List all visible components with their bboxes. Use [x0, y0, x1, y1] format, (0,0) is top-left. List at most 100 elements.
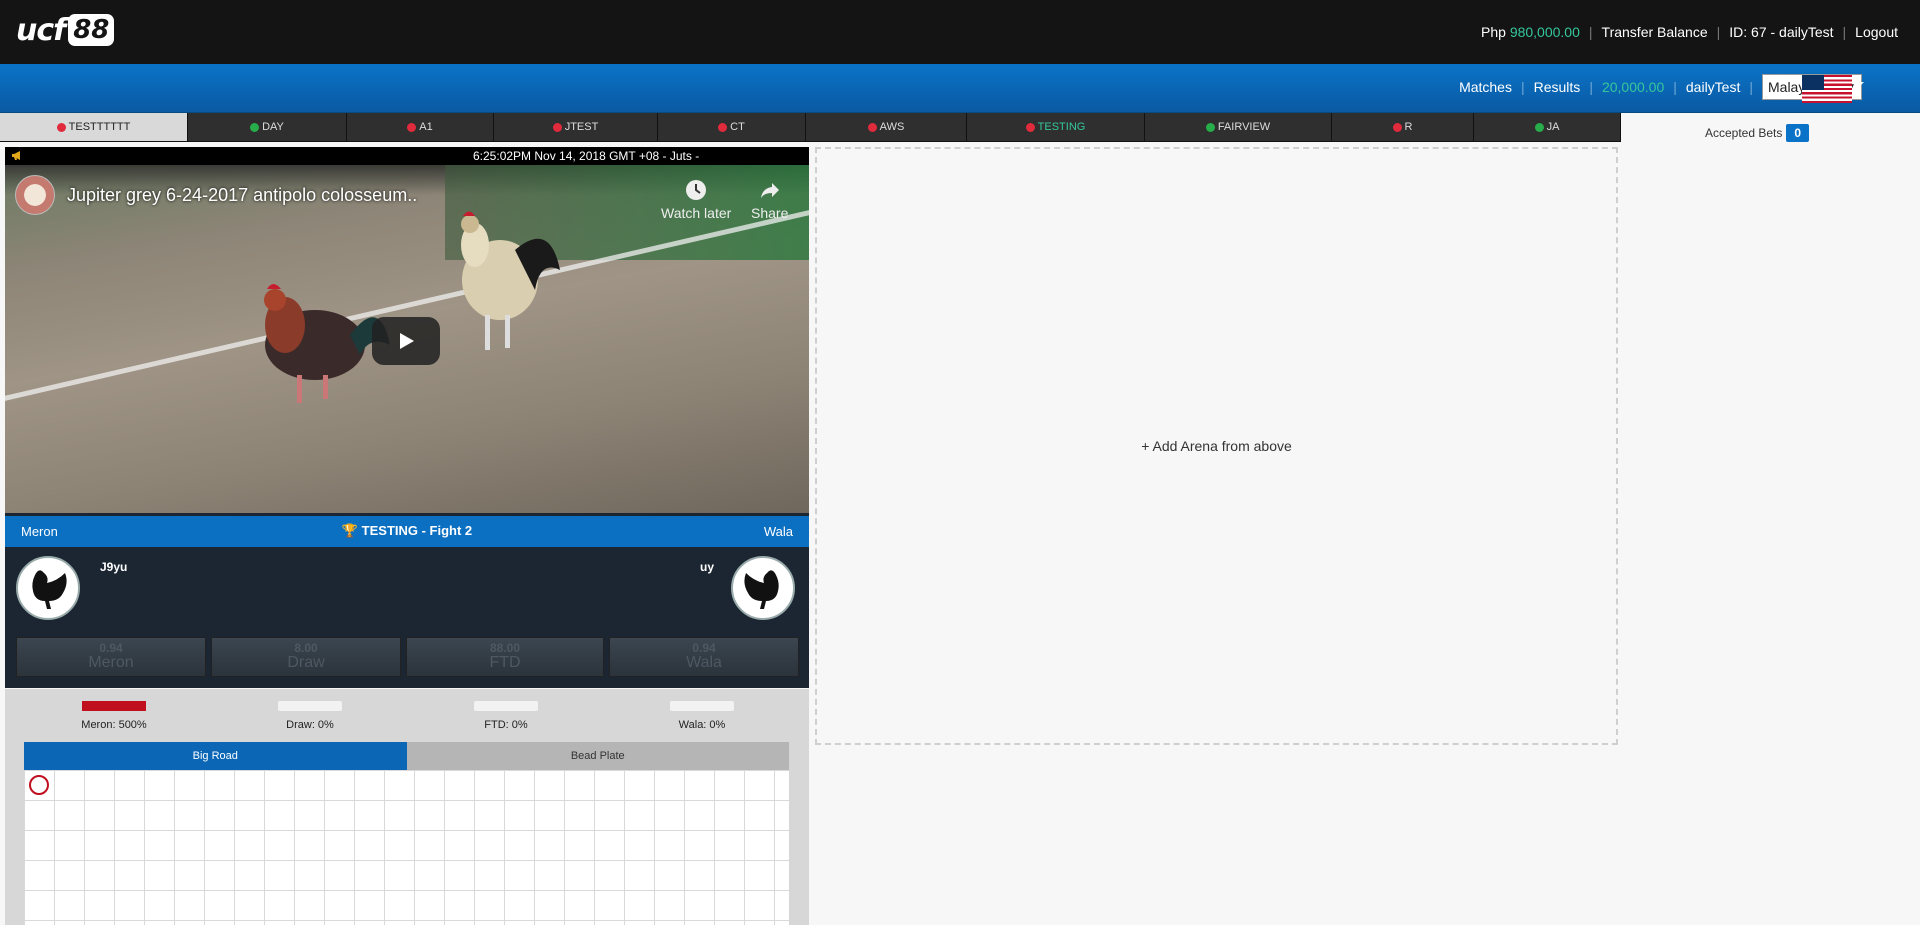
- arena-tabs: TESTTTTTT DAY A1 JTEST CT AWS TESTING FA…: [0, 113, 1621, 142]
- status-dot-icon: [56, 122, 66, 132]
- status-dot-icon: [1205, 122, 1215, 132]
- arena-tab-label: A1: [419, 121, 433, 133]
- odd-name: Wala: [686, 654, 722, 671]
- meron-stat-label: Meron: 500%: [81, 719, 147, 731]
- tab-big-road[interactable]: Big Road: [24, 742, 407, 770]
- meron-stat: Meron: 500%: [59, 701, 169, 731]
- bet-ftd-button[interactable]: 88.00 FTD: [406, 637, 604, 677]
- player-header: 6:25:02PM Nov 14, 2018 GMT +08 - Juts -: [5, 147, 809, 165]
- us-flag-icon[interactable]: [1802, 75, 1852, 103]
- wala-side-label: Wala: [763, 524, 793, 539]
- megaphone-icon[interactable]: [11, 150, 23, 161]
- arena-tab[interactable]: JTEST: [494, 113, 658, 142]
- arena-tab[interactable]: CT: [658, 113, 806, 142]
- arena-panel: 6:25:02PM Nov 14, 2018 GMT +08 - Juts - …: [5, 147, 809, 688]
- odd-value: 0.94: [692, 641, 716, 655]
- wala-stat: Wala: 0%: [647, 701, 757, 731]
- arena-tab-label: JA: [1546, 121, 1560, 133]
- arena-tab[interactable]: TESTTTTTT: [0, 113, 188, 142]
- video-title[interactable]: Jupiter grey 6-24-2017 antipolo colosseu…: [67, 185, 417, 206]
- accepted-bets-count: 0: [1786, 124, 1810, 142]
- trophy-icon: 🏆: [341, 523, 359, 538]
- channel-avatar[interactable]: [15, 175, 55, 215]
- arena-tab-label: DAY: [262, 121, 284, 133]
- status-dot-icon: [1534, 122, 1544, 132]
- meron-result-marker: [29, 775, 49, 795]
- arena-tab[interactable]: R: [1332, 113, 1474, 142]
- arena-tab[interactable]: FAIRVIEW: [1145, 113, 1332, 142]
- rooster-icon: [744, 570, 779, 609]
- status-dot-icon: [250, 122, 260, 132]
- bet-meron-button[interactable]: 0.94 Meron: [16, 637, 206, 677]
- share-icon: [760, 183, 779, 198]
- wala-stat-label: Wala: 0%: [678, 719, 726, 731]
- draw-stat-label: Draw: 0%: [286, 719, 334, 731]
- match-title: 🏆 TESTING - Fight 2: [5, 523, 809, 539]
- currency-label: Php: [1481, 24, 1506, 40]
- sub-nav-bar: Matches | Results | 20,000.00 | dailyTes…: [0, 64, 1920, 113]
- bet-wala-button[interactable]: 0.94 Wala: [609, 637, 799, 677]
- meron-stat-bar: [82, 701, 146, 711]
- accepted-bets[interactable]: Accepted Bets 0: [1705, 124, 1810, 142]
- arena-tab-label: AWS: [879, 121, 905, 133]
- logo-text: ucf: [16, 12, 66, 48]
- bet-stats-panel: Meron: 500% Draw: 0% FTD: 0% Wala: 0% Bi…: [5, 689, 809, 925]
- arena-tab-label: CT: [730, 121, 745, 133]
- status-dot-icon: [718, 122, 728, 132]
- username: dailyTest: [1685, 79, 1741, 95]
- wala-rooster-avatar: [731, 556, 795, 620]
- account-id: ID: 67 - dailyTest: [1729, 24, 1834, 40]
- language-selected: Malay: [1768, 79, 1806, 95]
- draw-stat: Draw: 0%: [255, 701, 365, 731]
- status-dot-icon: [867, 122, 877, 132]
- arena-tab[interactable]: A1: [347, 113, 494, 142]
- arena-tab-label: TESTING: [1037, 121, 1086, 133]
- watch-later-label: Watch later: [661, 205, 732, 221]
- status-dot-icon: [552, 122, 562, 132]
- share-label: Share: [751, 205, 789, 221]
- account-nav: Php 980,000.00 | Transfer Balance | ID: …: [1481, 24, 1898, 40]
- play-icon: [400, 333, 414, 349]
- arena-tab-label: JTEST: [564, 121, 599, 133]
- odd-name: FTD: [489, 654, 521, 671]
- match-bar: Meron 🏆 TESTING - Fight 2 Wala: [5, 516, 809, 547]
- odd-value: 88.00: [489, 641, 521, 655]
- add-arena-placeholder[interactable]: + Add Arena from above: [815, 147, 1618, 745]
- arena-tab[interactable]: TESTING: [967, 113, 1145, 142]
- share-button[interactable]: Share: [751, 179, 788, 221]
- status-dot-icon: [1392, 122, 1402, 132]
- video-player[interactable]: Jupiter grey 6-24-2017 antipolo colosseu…: [5, 165, 809, 513]
- top-bar: ucf 88 Php 980,000.00 | Transfer Balance…: [0, 0, 1920, 64]
- status-dot-icon: [407, 122, 417, 132]
- meron-fighter-name: J9yu: [100, 560, 128, 574]
- caret-down-icon[interactable]: [1854, 82, 1864, 87]
- results-link[interactable]: Results: [1534, 79, 1581, 95]
- odd-value: 0.94: [99, 641, 123, 655]
- matches-link[interactable]: Matches: [1459, 79, 1512, 95]
- arena-tab-label: FAIRVIEW: [1217, 121, 1271, 133]
- logo-number: 88: [68, 14, 115, 46]
- rooster-icon: [32, 570, 67, 609]
- ftd-stat: FTD: 0%: [451, 701, 561, 731]
- arena-tab[interactable]: JA: [1474, 113, 1621, 142]
- accepted-bets-label: Accepted Bets: [1705, 126, 1783, 140]
- balance-amount: 980,000.00: [1509, 24, 1580, 40]
- arena-tab-label: R: [1404, 121, 1413, 133]
- status-dot-icon: [1025, 122, 1035, 132]
- bet-draw-button[interactable]: 8.00 Draw: [211, 637, 401, 677]
- match-title-text: TESTING - Fight 2: [361, 523, 473, 538]
- arena-tab[interactable]: AWS: [806, 113, 967, 142]
- ftd-stat-bar: [474, 701, 538, 711]
- play-button[interactable]: [372, 317, 440, 365]
- tab-bead-plate[interactable]: Bead Plate: [406, 742, 789, 770]
- server-clock: 6:25:02PM Nov 14, 2018 GMT +08 - Juts -: [473, 149, 700, 163]
- wala-stat-bar: [670, 701, 734, 711]
- brand-logo[interactable]: ucf 88: [16, 12, 115, 48]
- road-tabs: Big Road Bead Plate: [24, 742, 789, 770]
- draw-stat-bar: [278, 701, 342, 711]
- arena-tab[interactable]: DAY: [188, 113, 347, 142]
- watch-later-button[interactable]: Watch later: [661, 179, 731, 221]
- transfer-balance-link[interactable]: Transfer Balance: [1602, 24, 1708, 40]
- logout-link[interactable]: Logout: [1855, 24, 1898, 40]
- odd-name: Meron: [88, 654, 134, 671]
